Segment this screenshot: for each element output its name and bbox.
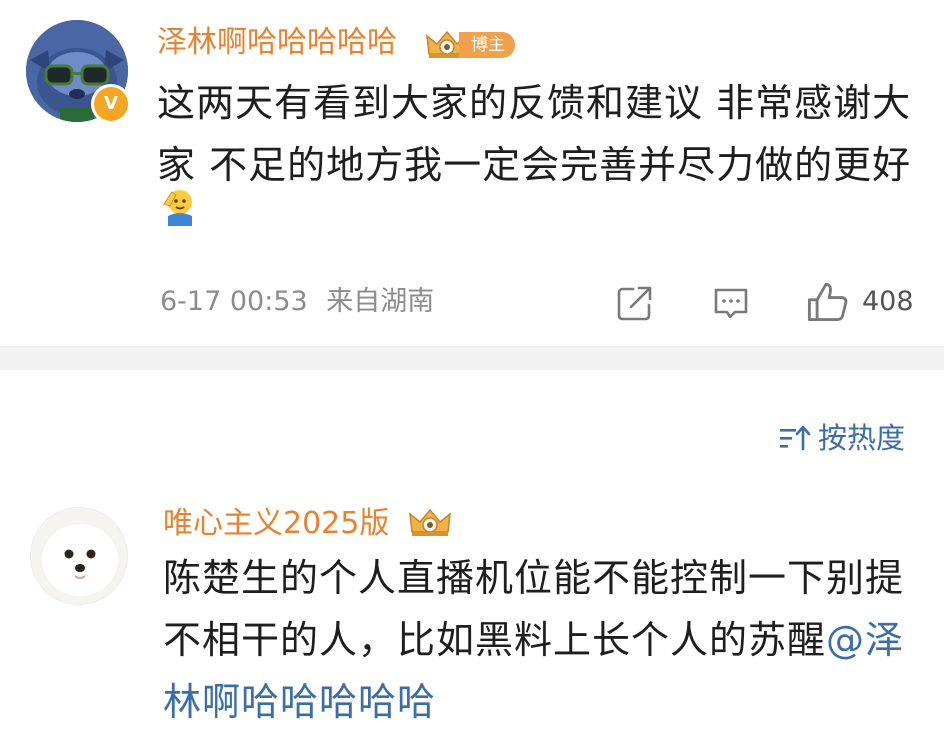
like-icon[interactable]	[805, 280, 849, 324]
section-divider	[0, 346, 944, 370]
share-icon[interactable]	[615, 283, 655, 323]
commenter-name[interactable]: 唯心主义2025版	[163, 505, 389, 543]
blogger-badge: 博主	[459, 32, 515, 58]
post-timestamp: 6-17 00:53	[160, 286, 308, 317]
post-content: 这两天有看到大家的反馈和建议 非常感谢大家 不足的地方我一定会完善并尽力做的更好	[157, 81, 912, 187]
commenter-avatar[interactable]	[30, 507, 128, 605]
post-author-name[interactable]: 泽林啊哈哈哈哈哈	[157, 24, 397, 62]
like-count: 408	[862, 286, 914, 317]
sort-icon	[780, 425, 811, 451]
comment-body-text: 陈楚生的个人直播机位能不能控制一下别提不相干的人，比如黑料上长个人的苏醒	[163, 556, 905, 662]
post-location: 来自湖南	[326, 286, 435, 317]
comment-content: 陈楚生的个人直播机位能不能控制一下别提不相干的人，比如黑料上长个人的苏醒@泽林啊…	[163, 547, 933, 733]
verified-badge-icon: V	[91, 84, 131, 124]
sort-label: 按热度	[818, 421, 906, 455]
salute-emoji-icon	[163, 190, 192, 226]
crown-icon	[409, 508, 451, 536]
dog-avatar-image	[31, 508, 127, 604]
post-meta: 6-17 00:53 来自湖南	[160, 284, 434, 320]
sort-by-popularity-button[interactable]: 按热度	[778, 418, 905, 458]
comment-icon[interactable]	[711, 283, 751, 323]
